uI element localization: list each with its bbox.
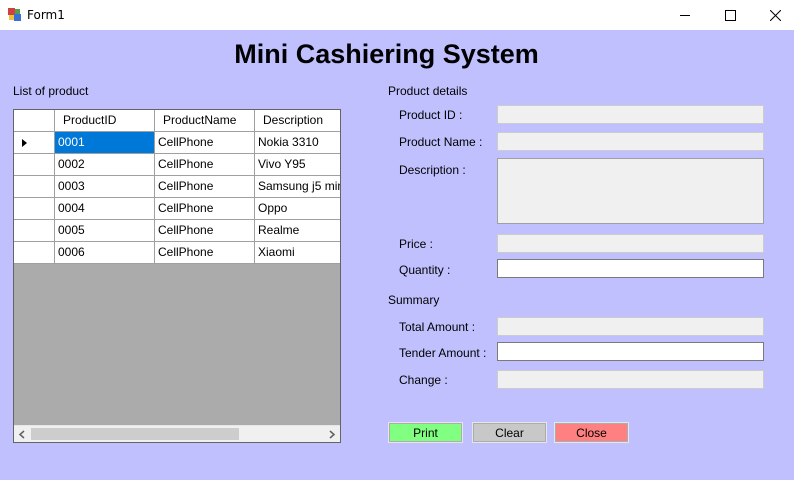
window-titlebar[interactable]: Form1 — [0, 0, 794, 30]
cell-productname[interactable]: CellPhone — [155, 198, 255, 220]
row-selector[interactable] — [14, 154, 55, 176]
clear-button[interactable]: Clear — [472, 422, 547, 443]
price-label: Price : — [399, 237, 434, 251]
price-field[interactable] — [497, 234, 764, 253]
close-icon — [769, 9, 781, 21]
minimize-icon — [679, 14, 690, 16]
column-header-productname[interactable]: ProductName — [155, 110, 255, 132]
grid-header-row: ProductID ProductName Description — [14, 110, 340, 132]
maximize-button[interactable] — [707, 0, 753, 30]
table-row[interactable]: 0001 CellPhone Nokia 3310 — [14, 132, 340, 154]
cell-productid[interactable]: 0003 — [55, 176, 155, 198]
cell-productid[interactable]: 0006 — [55, 242, 155, 264]
cell-description[interactable]: Xiaomi — [255, 242, 340, 264]
table-row[interactable]: 0004 CellPhone Oppo — [14, 198, 340, 220]
row-header-corner — [14, 110, 55, 132]
cell-productid[interactable]: 0004 — [55, 198, 155, 220]
product-name-label: Product Name : — [399, 135, 483, 149]
table-row[interactable]: 0006 CellPhone Xiaomi — [14, 242, 340, 264]
product-id-field[interactable] — [497, 105, 764, 124]
cell-productname[interactable]: CellPhone — [155, 242, 255, 264]
scroll-right-icon[interactable] — [326, 429, 337, 440]
current-row-arrow-icon — [22, 139, 27, 147]
cell-description[interactable]: Nokia 3310 — [255, 132, 340, 154]
scroll-left-icon[interactable] — [17, 429, 28, 440]
product-list-label: List of product — [13, 84, 89, 98]
column-header-productid[interactable]: ProductID — [55, 110, 155, 132]
cell-description[interactable]: Oppo — [255, 198, 340, 220]
product-name-field[interactable] — [497, 132, 764, 151]
cell-description[interactable]: Realme — [255, 220, 340, 242]
close-button[interactable]: Close — [554, 422, 629, 443]
window-title: Form1 — [27, 8, 65, 22]
tender-amount-label: Tender Amount : — [399, 346, 487, 360]
cell-productid[interactable]: 0001 — [55, 132, 155, 154]
row-selector[interactable] — [14, 176, 55, 198]
column-header-description[interactable]: Description — [255, 110, 340, 132]
product-id-label: Product ID : — [399, 108, 463, 122]
total-amount-field[interactable] — [497, 317, 764, 336]
cell-productname[interactable]: CellPhone — [155, 220, 255, 242]
print-button[interactable]: Print — [388, 422, 463, 443]
tender-amount-input[interactable] — [497, 342, 764, 361]
quantity-label: Quantity : — [399, 263, 451, 277]
cell-productid[interactable]: 0005 — [55, 220, 155, 242]
maximize-icon — [724, 9, 736, 21]
description-label: Description : — [399, 163, 466, 177]
row-selector[interactable] — [14, 242, 55, 264]
row-selector[interactable] — [14, 220, 55, 242]
scrollbar-thumb[interactable] — [31, 428, 239, 440]
app-icon — [8, 8, 21, 21]
minimize-button[interactable] — [662, 0, 708, 30]
table-row[interactable]: 0005 CellPhone Realme — [14, 220, 340, 242]
close-window-button[interactable] — [752, 0, 794, 30]
table-row[interactable]: 0002 CellPhone Vivo Y95 — [14, 154, 340, 176]
cell-productid[interactable]: 0002 — [55, 154, 155, 176]
grid-horizontal-scrollbar[interactable] — [14, 425, 340, 442]
change-label: Change : — [399, 373, 448, 387]
row-selector[interactable] — [14, 198, 55, 220]
change-field[interactable] — [497, 370, 764, 389]
total-amount-label: Total Amount : — [399, 320, 476, 334]
cell-description[interactable]: Vivo Y95 — [255, 154, 340, 176]
description-field[interactable] — [497, 158, 764, 224]
summary-label: Summary — [388, 293, 440, 307]
product-grid[interactable]: ProductID ProductName Description 0001 C… — [13, 109, 341, 443]
product-details-label: Product details — [388, 84, 468, 98]
cell-description[interactable]: Samsung j5 mini — [255, 176, 340, 198]
cell-productname[interactable]: CellPhone — [155, 154, 255, 176]
cell-productname[interactable]: CellPhone — [155, 132, 255, 154]
page-title: Mini Cashiering System — [234, 39, 539, 69]
quantity-input[interactable] — [497, 259, 764, 278]
row-selector[interactable] — [14, 132, 55, 154]
cell-productname[interactable]: CellPhone — [155, 176, 255, 198]
table-row[interactable]: 0003 CellPhone Samsung j5 mini — [14, 176, 340, 198]
